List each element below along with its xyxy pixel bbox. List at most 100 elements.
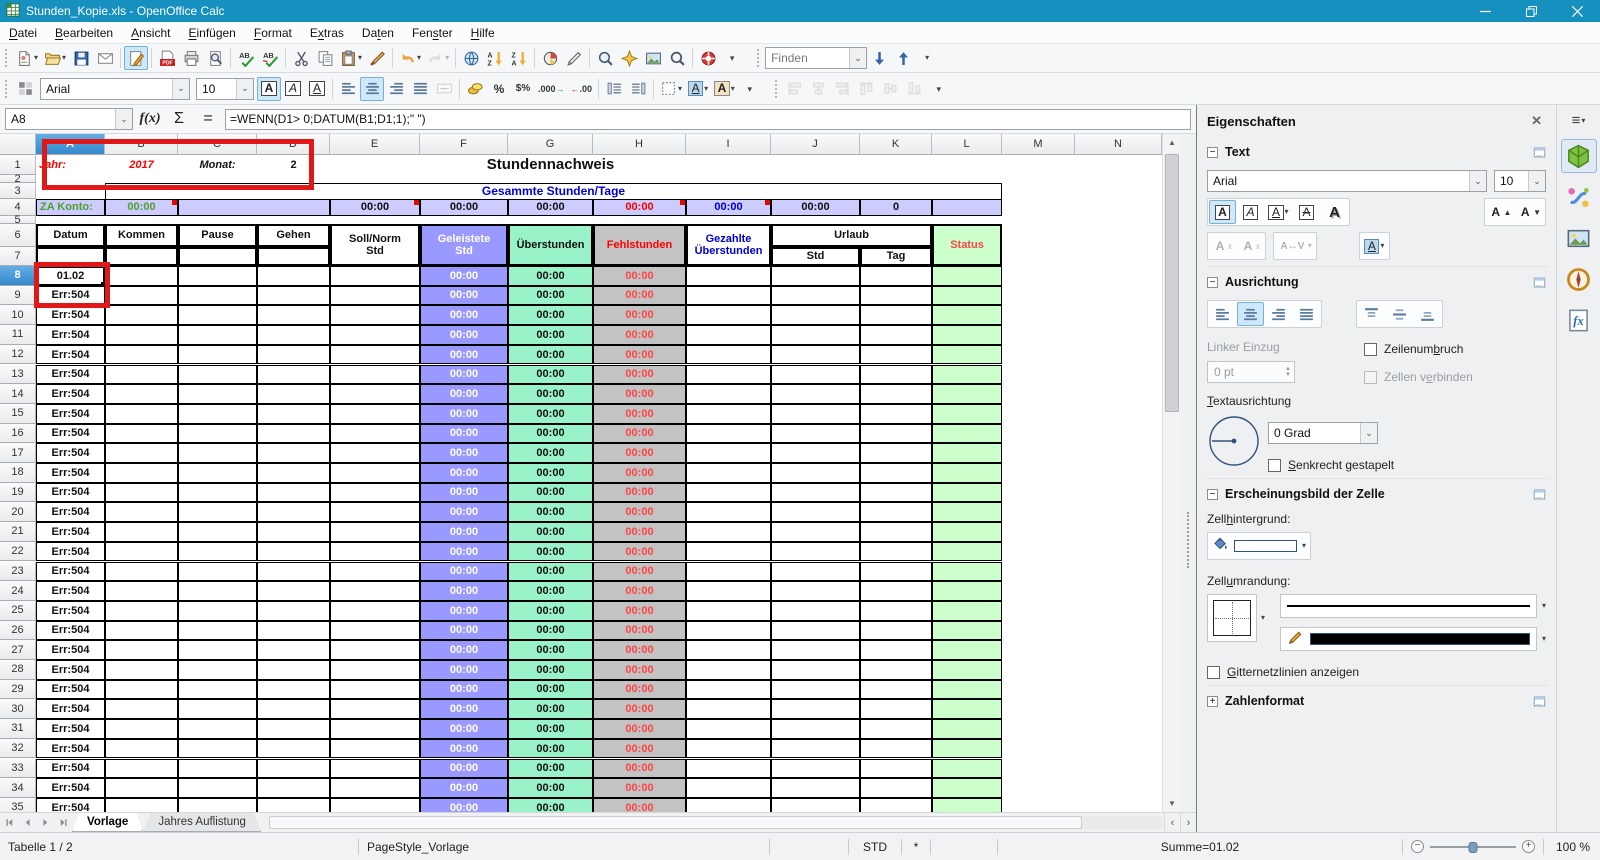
cell-F29[interactable]: 00:00 — [420, 679, 508, 700]
cell-B1[interactable]: 2017 — [105, 155, 178, 175]
cell-F10[interactable]: 00:00 — [420, 305, 508, 326]
new-icon[interactable]: ▾ — [13, 46, 41, 70]
cell-F4[interactable]: 00:00 — [420, 199, 508, 216]
cell-B32[interactable] — [105, 738, 178, 759]
cell-J16[interactable] — [771, 423, 860, 444]
column-header-F[interactable]: F — [420, 134, 508, 155]
font-color-button[interactable]: A ▾ — [1361, 234, 1388, 258]
cell-E31[interactable] — [330, 719, 420, 739]
save-icon[interactable] — [69, 46, 93, 70]
align-justified-button[interactable] — [1293, 302, 1320, 326]
cell-B28[interactable] — [105, 660, 178, 680]
cell-D23[interactable] — [257, 561, 330, 582]
dialog-launcher-icon[interactable] — [1533, 488, 1546, 501]
cell-F23[interactable]: 00:00 — [420, 561, 508, 582]
cell-I23[interactable] — [686, 561, 771, 582]
cell-F26[interactable]: 00:00 — [420, 620, 508, 641]
cell-I33[interactable] — [686, 758, 771, 779]
more-icon[interactable]: ▾ — [720, 46, 744, 70]
menu-format[interactable]: Format — [245, 23, 301, 43]
cell-J29[interactable] — [771, 679, 860, 700]
cell-J8[interactable] — [771, 266, 860, 286]
cell-E20[interactable] — [330, 502, 420, 523]
cell-H15[interactable]: 00:00 — [593, 403, 686, 424]
vertical-scrollbar-thumb[interactable] — [1165, 154, 1179, 412]
row-header-14[interactable]: 14 — [0, 384, 36, 404]
cell-F17[interactable]: 00:00 — [420, 443, 508, 463]
cell-H12[interactable]: 00:00 — [593, 344, 686, 365]
cell-C35[interactable] — [178, 797, 257, 812]
sidebar-tab-functions[interactable]: fx — [1561, 303, 1597, 337]
font-size-select[interactable]: 10 ⌄ — [196, 77, 254, 100]
row-header-29[interactable]: 29 — [0, 679, 36, 700]
cell-L22[interactable] — [932, 541, 1002, 562]
cell-H8[interactable]: 00:00 — [593, 266, 686, 286]
dialog-launcher-icon[interactable] — [1533, 146, 1546, 159]
cell-C10[interactable] — [178, 305, 257, 326]
cell-D20[interactable] — [257, 502, 330, 523]
brush-icon[interactable] — [365, 46, 389, 70]
cell-A23[interactable]: Err:504 — [36, 561, 105, 582]
hyperlink-icon[interactable] — [459, 46, 483, 70]
cell-K10[interactable] — [860, 305, 932, 326]
font-name-select[interactable]: Arial ⌄ — [40, 77, 190, 100]
find-next-button[interactable] — [867, 46, 891, 70]
shadow-button[interactable]: A — [1321, 200, 1348, 224]
cell-D19[interactable] — [257, 482, 330, 503]
cell-K29[interactable] — [860, 679, 932, 700]
cell-J15[interactable] — [771, 403, 860, 424]
strikethrough-button[interactable]: A — [1293, 200, 1320, 224]
cell-A34[interactable]: Err:504 — [36, 778, 105, 798]
edit-icon[interactable] — [124, 46, 149, 70]
cell-F11[interactable]: 00:00 — [420, 325, 508, 345]
more-icon[interactable]: ▾ — [738, 77, 762, 101]
cell-J31[interactable] — [771, 719, 860, 739]
cell-E27[interactable] — [330, 640, 420, 660]
row-header-6[interactable]: 6 — [0, 224, 36, 247]
draw-icon[interactable] — [562, 46, 586, 70]
cell-L12[interactable] — [932, 344, 1002, 365]
row-header-26[interactable]: 26 — [0, 620, 36, 641]
row-header-31[interactable]: 31 — [0, 719, 36, 739]
cell-H23[interactable]: 00:00 — [593, 561, 686, 582]
cell-B20[interactable] — [105, 502, 178, 523]
cell-K21[interactable] — [860, 522, 932, 542]
cell-B24[interactable] — [105, 581, 178, 601]
horizontal-scrollbar-thumb[interactable] — [268, 816, 1082, 829]
cell-E35[interactable] — [330, 797, 420, 812]
cell-F9[interactable]: 00:00 — [420, 285, 508, 306]
cell-A30[interactable]: Err:504 — [36, 699, 105, 720]
cell-J34[interactable] — [771, 778, 860, 798]
cell-B26[interactable] — [105, 620, 178, 641]
cell-B31[interactable] — [105, 719, 178, 739]
cell-E17[interactable] — [330, 443, 420, 463]
align-middle-button[interactable] — [1386, 302, 1413, 326]
cell-B35[interactable] — [105, 797, 178, 812]
cell-I15[interactable] — [686, 403, 771, 424]
menu-datei[interactable]: Datei — [0, 23, 46, 43]
cell-H21[interactable]: 00:00 — [593, 522, 686, 542]
vertical-scrollbar[interactable]: ▲ ▼ — [1162, 134, 1181, 812]
cell-D1[interactable]: 2 — [257, 155, 330, 175]
cell-J9[interactable] — [771, 285, 860, 306]
cell-I18[interactable] — [686, 463, 771, 483]
cell-I13[interactable] — [686, 364, 771, 385]
sum-button[interactable]: Σ — [167, 108, 191, 130]
row-header-28[interactable]: 28 — [0, 660, 36, 680]
header-kommen[interactable]: Kommen — [105, 224, 178, 247]
collapse-icon[interactable]: − — [1207, 276, 1218, 288]
cell-K23[interactable] — [860, 561, 932, 582]
cell-K33[interactable] — [860, 758, 932, 779]
cell-J30[interactable] — [771, 699, 860, 720]
cell-F35[interactable]: 00:00 — [420, 797, 508, 812]
cell-K4[interactable]: 0 — [860, 199, 932, 216]
column-header-H[interactable]: H — [593, 134, 686, 155]
borders-icon[interactable]: ▾ — [657, 77, 685, 101]
cell-J28[interactable] — [771, 660, 860, 680]
cell-J17[interactable] — [771, 443, 860, 463]
cell-A21[interactable]: Err:504 — [36, 522, 105, 542]
scroll-up-icon[interactable]: ▲ — [1163, 134, 1181, 151]
cell-K22[interactable] — [860, 541, 932, 562]
cell-G18[interactable]: 00:00 — [508, 463, 593, 483]
cell-D13[interactable] — [257, 364, 330, 385]
